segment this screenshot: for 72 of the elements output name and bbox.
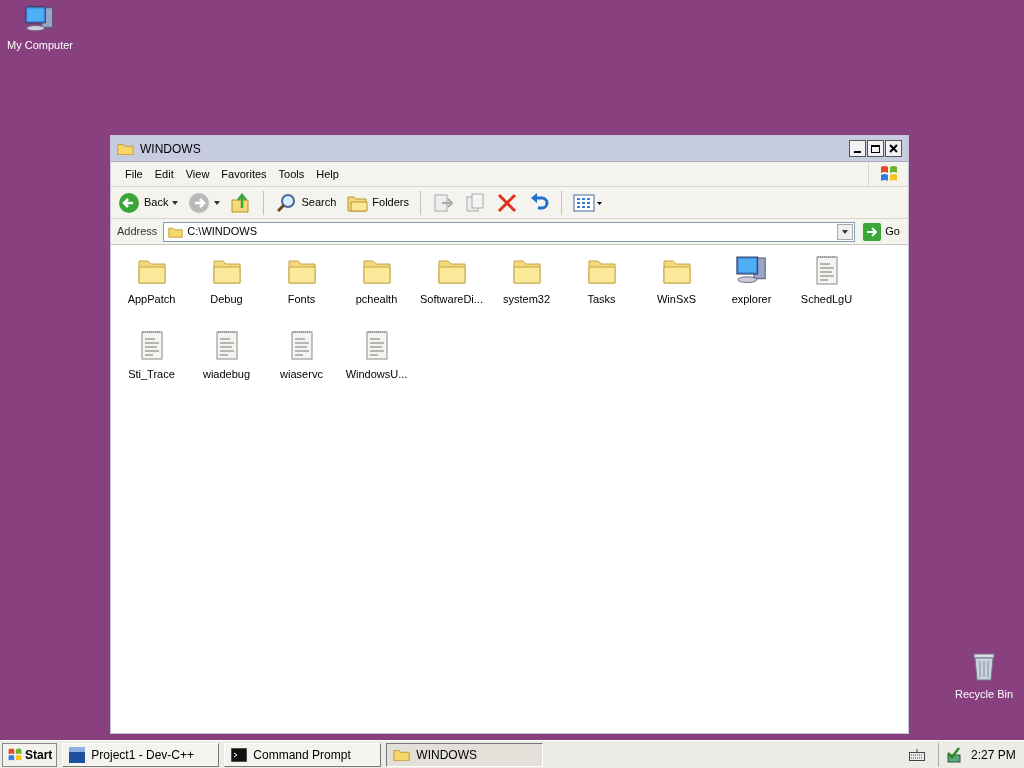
folder-icon bbox=[117, 141, 134, 156]
notepad-file-icon bbox=[140, 330, 163, 360]
file-label[interactable]: AppPatch bbox=[127, 291, 176, 308]
menu-item[interactable]: Edit bbox=[148, 165, 180, 183]
console-icon bbox=[231, 747, 248, 762]
address-label: Address bbox=[116, 224, 159, 240]
move-to-icon bbox=[432, 191, 454, 214]
folder-icon bbox=[168, 225, 184, 238]
go-button[interactable]: Go bbox=[859, 222, 904, 241]
file-label[interactable]: explorer bbox=[731, 291, 772, 308]
folder-icon bbox=[286, 257, 317, 285]
magnifier-icon bbox=[275, 191, 298, 214]
taskbar-button[interactable]: Command Prompt bbox=[224, 742, 382, 767]
taskbar-button[interactable]: Project1 - Dev-C++ bbox=[62, 742, 220, 767]
file-label[interactable]: Sti_Trace bbox=[128, 366, 175, 383]
caret-icon bbox=[842, 229, 849, 234]
notepad-file-icon bbox=[365, 330, 388, 360]
file-label[interactable]: SoftwareDi... bbox=[420, 291, 483, 308]
close-button[interactable] bbox=[885, 140, 902, 157]
computer-icon bbox=[734, 254, 769, 285]
folder-icon bbox=[136, 257, 167, 285]
network-icon bbox=[945, 746, 963, 763]
caret-icon bbox=[172, 200, 179, 205]
windows-logo-icon bbox=[878, 164, 899, 184]
close-icon bbox=[889, 144, 898, 153]
file-label[interactable]: wiadebug bbox=[202, 366, 251, 383]
address-value: C:\WINDOWS bbox=[187, 224, 259, 240]
file-label[interactable]: Tasks bbox=[587, 291, 616, 308]
folder-icon bbox=[361, 257, 392, 285]
copy-to-icon bbox=[464, 191, 486, 214]
folder-icon bbox=[511, 257, 542, 285]
folder-icon bbox=[586, 257, 617, 285]
back-button[interactable]: Back bbox=[115, 189, 182, 216]
search-button[interactable]: Search bbox=[272, 189, 340, 216]
folder-icon bbox=[436, 257, 467, 285]
folders-button[interactable]: Folders bbox=[343, 189, 412, 216]
address-field[interactable]: C:\WINDOWS bbox=[163, 221, 856, 242]
folder-icon bbox=[211, 257, 242, 285]
minimize-button[interactable] bbox=[849, 140, 866, 157]
address-dropdown-button[interactable] bbox=[837, 223, 854, 240]
menu-item[interactable]: Favorites bbox=[215, 165, 273, 183]
delete-x-icon bbox=[496, 191, 518, 214]
file-label[interactable]: Debug bbox=[210, 291, 243, 308]
windows-logo-icon bbox=[7, 746, 23, 763]
notepad-file-icon bbox=[290, 330, 313, 360]
menu-item[interactable]: Tools bbox=[272, 165, 311, 183]
desktop-icon-label[interactable]: Recycle Bin bbox=[954, 685, 1014, 702]
taskbar-button[interactable]: WINDOWS bbox=[386, 742, 544, 767]
menu-item[interactable]: View bbox=[179, 165, 216, 183]
file-label[interactable]: system32 bbox=[502, 291, 551, 308]
window-title: WINDOWS bbox=[140, 140, 202, 158]
notepad-file-icon bbox=[815, 255, 838, 285]
caret-icon bbox=[214, 200, 221, 205]
menu-item[interactable]: File bbox=[119, 165, 149, 183]
file-label[interactable]: WinSxS bbox=[656, 291, 697, 308]
maximize-button[interactable] bbox=[867, 140, 884, 157]
file-label[interactable]: WindowsU... bbox=[345, 366, 408, 383]
views-grid-icon bbox=[573, 192, 603, 213]
file-label[interactable]: pchealth bbox=[355, 291, 398, 308]
notepad-file-icon bbox=[215, 330, 238, 360]
file-label[interactable]: Fonts bbox=[287, 291, 316, 308]
computer-icon bbox=[24, 4, 56, 33]
start-button[interactable]: Start bbox=[2, 742, 58, 767]
file-label[interactable]: wiaservc bbox=[280, 366, 323, 383]
desktop-icon-label[interactable]: My Computer bbox=[7, 36, 73, 54]
keyboard-icon bbox=[909, 748, 925, 761]
folder-icon bbox=[661, 257, 692, 285]
clock: 2:27 PM bbox=[971, 746, 1016, 764]
file-label[interactable]: SchedLgU bbox=[800, 291, 853, 308]
menu-item[interactable]: Help bbox=[310, 165, 345, 183]
folder-icon bbox=[393, 747, 411, 762]
dev-app-icon bbox=[69, 746, 86, 763]
